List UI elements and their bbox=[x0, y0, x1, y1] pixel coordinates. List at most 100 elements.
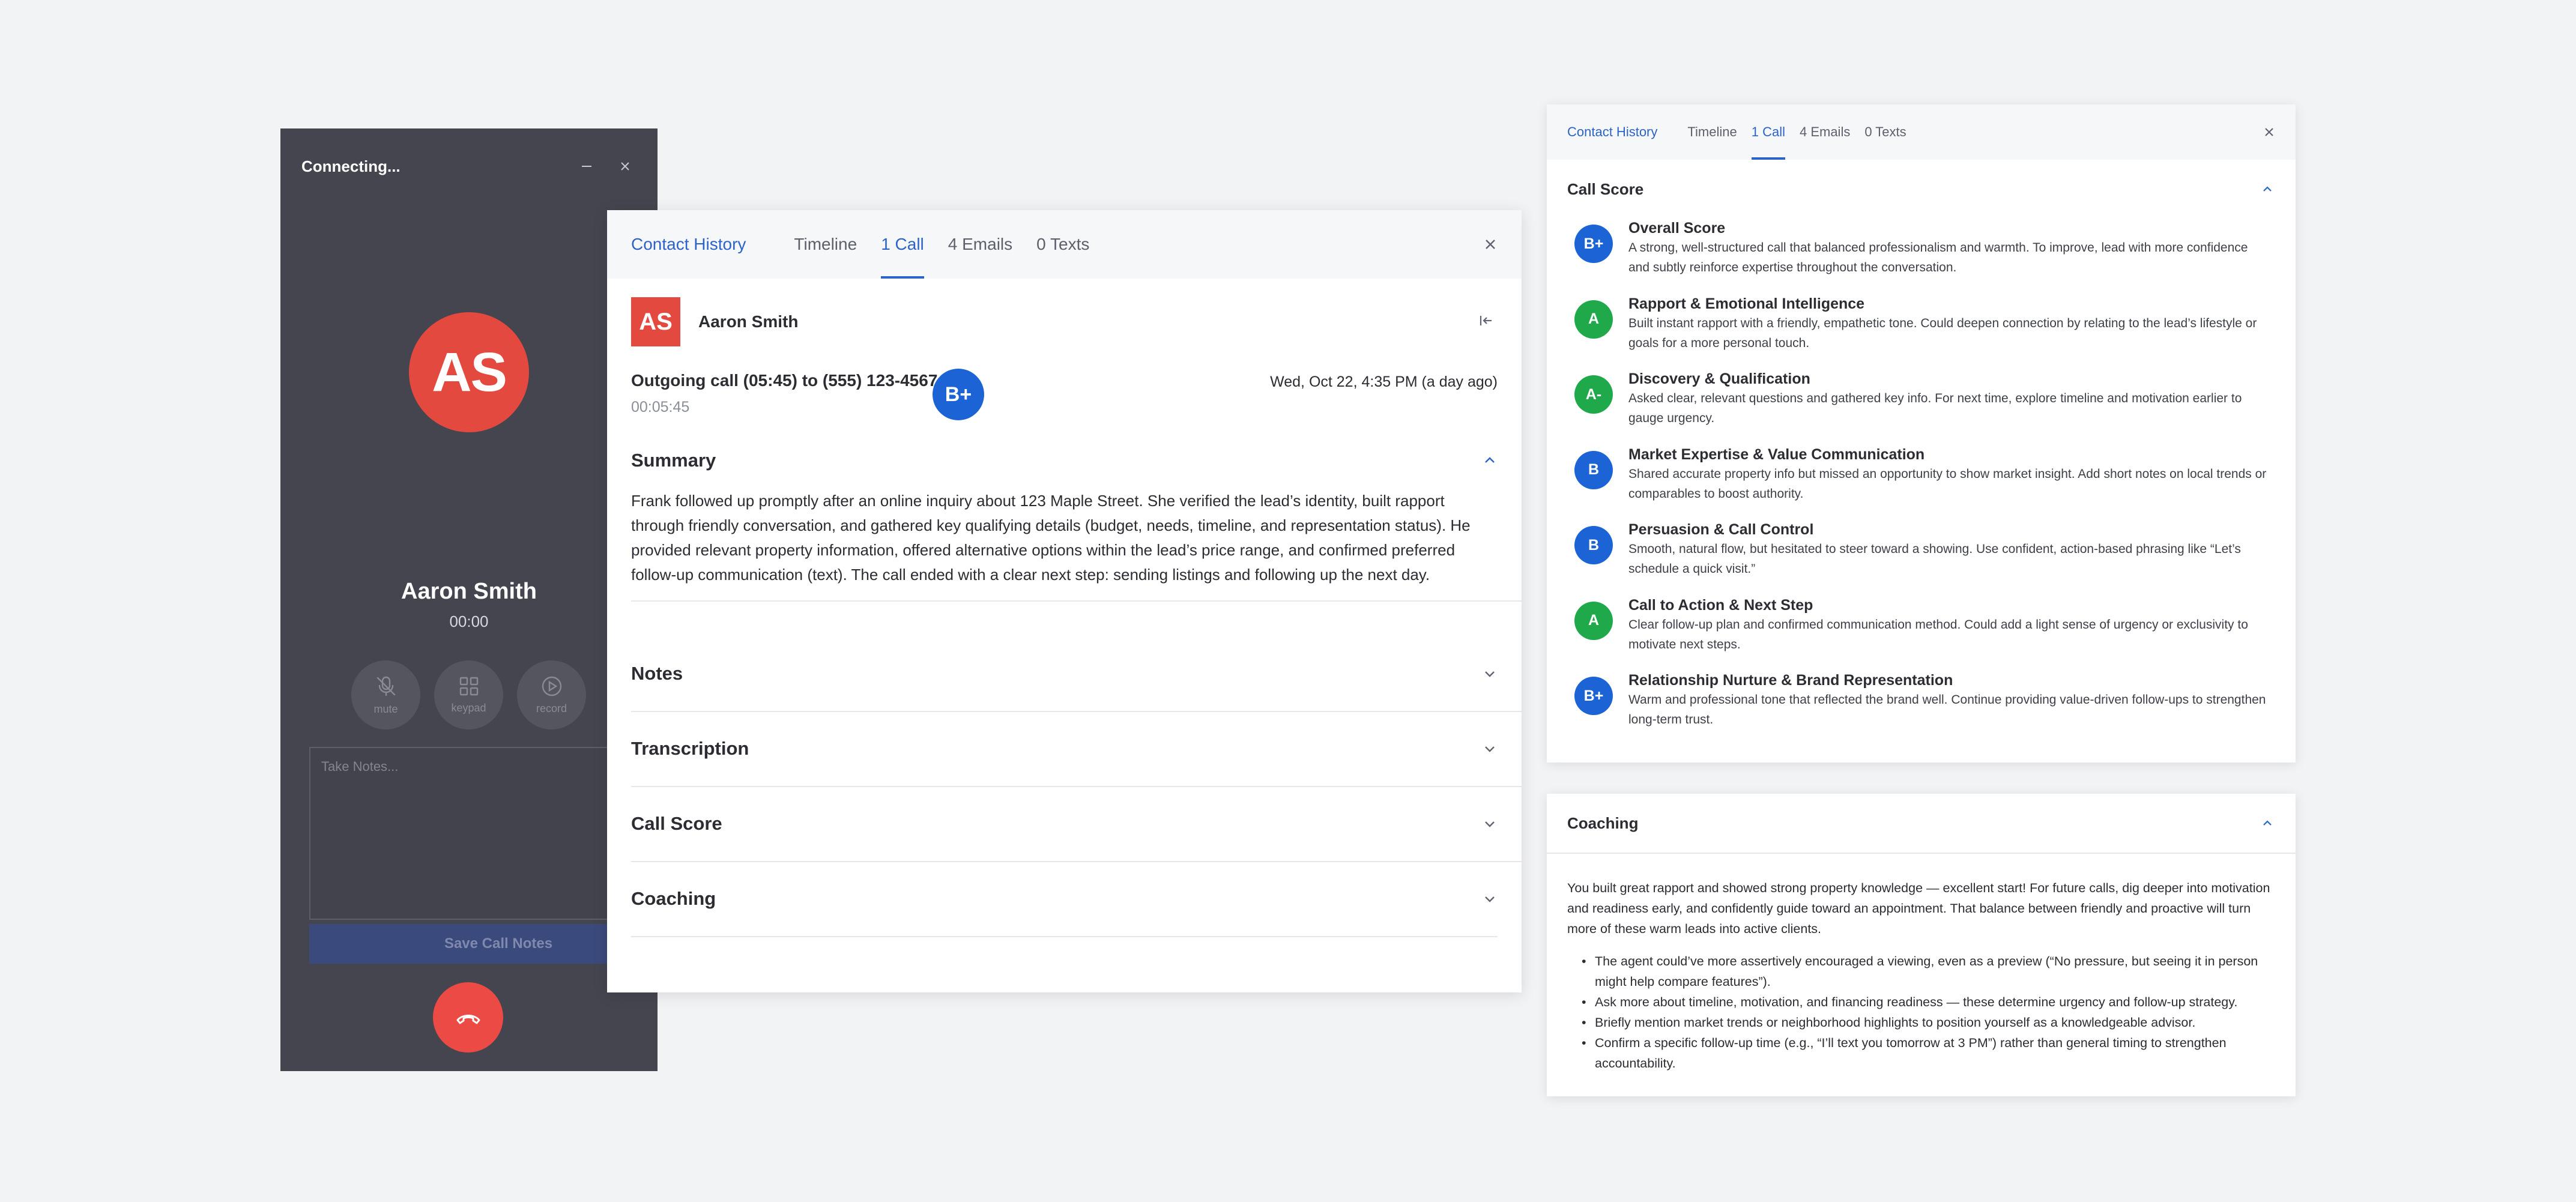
call-score-header[interactable]: Call Score bbox=[1547, 160, 2296, 219]
mic-off-icon bbox=[376, 676, 395, 696]
list-item: Confirm a specific follow-up time (e.g.,… bbox=[1582, 1033, 2272, 1074]
score-item: A Call to Action & Next Step Clear follow-… bbox=[1547, 596, 2296, 671]
call-score-panel: Contact History Timeline 1 Call 4 Emails… bbox=[1547, 104, 2296, 763]
grade-badge: A bbox=[1574, 300, 1613, 339]
collapse-panel-icon[interactable] bbox=[1477, 312, 1494, 332]
record-button[interactable]: record bbox=[517, 660, 586, 729]
score-item: B Market Expertise & Value Communication S… bbox=[1547, 445, 2296, 521]
tab-texts[interactable]: 0 Texts bbox=[1036, 210, 1089, 279]
dialer-status: Connecting... bbox=[301, 157, 401, 175]
chevron-down-icon bbox=[1485, 746, 1495, 752]
summary-section: Summary Frank followed up promptly after… bbox=[631, 432, 1522, 602]
score-title: Call to Action & Next Step bbox=[1628, 596, 1813, 614]
call-score-title: Call Score bbox=[631, 813, 722, 834]
transcription-header[interactable]: Transcription bbox=[631, 711, 1522, 786]
close-icon[interactable] bbox=[2263, 104, 2275, 160]
score-item: B+ Relationship Nurture & Brand Represent… bbox=[1547, 671, 2296, 746]
tab-calls[interactable]: 1 Call bbox=[1751, 104, 1786, 160]
score-body: Rapport & Emotional Intelligence Built in… bbox=[1628, 294, 2272, 353]
avatar: AS bbox=[409, 312, 529, 432]
coaching-title: Coaching bbox=[1567, 814, 1639, 832]
contact-history-tabs: Contact History Timeline 1 Call 4 Emails… bbox=[1547, 104, 2296, 160]
call-duration: 00:05:45 bbox=[631, 399, 690, 415]
keypad-button[interactable]: keypad bbox=[434, 660, 503, 729]
record-label: record bbox=[536, 702, 567, 714]
call-score-list: B+ Overall Score A strong, well-structured… bbox=[1547, 219, 2296, 746]
tab-texts[interactable]: 0 Texts bbox=[1864, 104, 1906, 160]
score-body: Call to Action & Next Step Clear follow-u… bbox=[1628, 596, 2272, 654]
phone-hangup-icon bbox=[456, 1014, 480, 1024]
tab-contact-history[interactable]: Contact History bbox=[631, 210, 746, 279]
record-icon bbox=[542, 676, 561, 696]
transcription-section[interactable]: Transcription bbox=[631, 711, 1522, 787]
list-item: The agent could’ve more assertively enco… bbox=[1582, 951, 2272, 992]
score-description: Warm and professional tone that reflecte… bbox=[1628, 693, 2266, 726]
notes-section[interactable]: Notes bbox=[631, 636, 1522, 712]
chevron-down-icon bbox=[1485, 896, 1495, 902]
transcription-title: Transcription bbox=[631, 738, 749, 759]
coaching-intro: You built great rapport and showed stron… bbox=[1567, 881, 2270, 936]
tab-emails[interactable]: 4 Emails bbox=[948, 210, 1012, 279]
coaching-section[interactable]: Coaching bbox=[631, 862, 1498, 937]
tab-emails[interactable]: 4 Emails bbox=[1800, 104, 1850, 160]
chevron-up-icon bbox=[2263, 820, 2272, 826]
call-description: Outgoing call (05:45) to (555) 123-4567 bbox=[631, 371, 938, 390]
notes-title: Notes bbox=[631, 663, 683, 684]
mute-label: mute bbox=[373, 703, 398, 715]
score-description: Smooth, natural flow, but hesitated to s… bbox=[1628, 542, 2241, 576]
score-description: Clear follow-up plan and confirmed commu… bbox=[1628, 617, 2248, 651]
score-description: Asked clear, relevant questions and gath… bbox=[1628, 391, 2242, 425]
score-item: B+ Overall Score A strong, well-structured… bbox=[1547, 219, 2296, 294]
close-icon[interactable] bbox=[611, 152, 639, 181]
coaching-tips: The agent could’ve more assertively enco… bbox=[1547, 939, 2296, 1074]
contact-history-tabs: Contact History Timeline 1 Call 4 Emails… bbox=[607, 210, 1522, 279]
chevron-down-icon bbox=[1485, 671, 1495, 677]
score-title: Market Expertise & Value Communication bbox=[1628, 445, 1925, 463]
list-item: Ask more about timeline, motivation, and… bbox=[1582, 992, 2272, 1012]
score-description: Shared accurate property info but missed… bbox=[1628, 467, 2267, 501]
grade-badge: B bbox=[1574, 526, 1613, 564]
score-title: Rapport & Emotional Intelligence bbox=[1628, 295, 1865, 312]
mute-button[interactable]: mute bbox=[351, 660, 420, 729]
contact-history-panel: Contact History Timeline 1 Call 4 Emails… bbox=[607, 210, 1522, 992]
contact-row: AS Aaron Smith bbox=[631, 297, 1498, 347]
keypad-label: keypad bbox=[451, 702, 486, 714]
coaching-title: Coaching bbox=[631, 888, 716, 909]
minimize-icon[interactable] bbox=[572, 152, 601, 181]
keypad-icon bbox=[459, 677, 478, 696]
notes-header[interactable]: Notes bbox=[631, 636, 1522, 711]
coaching-header[interactable]: Coaching bbox=[631, 862, 1498, 936]
score-body: Persuasion & Call Control Smooth, natural… bbox=[1628, 520, 2272, 579]
call-score-section[interactable]: Call Score bbox=[631, 787, 1522, 862]
score-item: A- Discovery & Qualification Asked clear, … bbox=[1547, 369, 2296, 445]
avatar: AS bbox=[631, 297, 680, 346]
grade-badge: A- bbox=[1574, 375, 1613, 414]
call-grade-badge[interactable]: B+ bbox=[933, 369, 984, 420]
dialer-header: Connecting... bbox=[301, 151, 639, 181]
tab-timeline[interactable]: Timeline bbox=[1687, 104, 1737, 160]
close-icon[interactable] bbox=[1483, 210, 1498, 279]
summary-header[interactable]: Summary bbox=[631, 432, 1522, 489]
notes-placeholder: Take Notes... bbox=[321, 759, 399, 774]
grade-badge: B+ bbox=[1574, 677, 1613, 715]
grade-badge: B+ bbox=[1574, 225, 1613, 263]
score-title: Persuasion & Call Control bbox=[1628, 521, 1814, 538]
call-score-header[interactable]: Call Score bbox=[631, 787, 1522, 861]
score-description: A strong, well-structured call that bala… bbox=[1628, 241, 2248, 274]
call-date: Wed, Oct 22, 4:35 PM (a day ago) bbox=[1270, 373, 1498, 390]
contact-name[interactable]: Aaron Smith bbox=[698, 312, 1477, 331]
call-timer: 00:00 bbox=[449, 612, 489, 630]
tab-contact-history[interactable]: Contact History bbox=[1567, 104, 1657, 160]
score-body: Discovery & Qualification Asked clear, re… bbox=[1628, 369, 2272, 428]
hang-up-button[interactable] bbox=[433, 982, 503, 1053]
grade-badge: B bbox=[1574, 450, 1613, 489]
call-score-title: Call Score bbox=[1567, 180, 1644, 198]
caller-name: Aaron Smith bbox=[401, 579, 537, 604]
list-item: Briefly mention market trends or neighbo… bbox=[1582, 1012, 2272, 1033]
score-body: Overall Score A strong, well-structured c… bbox=[1628, 219, 2272, 277]
coaching-header[interactable]: Coaching bbox=[1547, 794, 2296, 854]
score-title: Relationship Nurture & Brand Representat… bbox=[1628, 672, 1953, 689]
coaching-panel: Coaching You built great rapport and sho… bbox=[1547, 794, 2296, 1096]
tab-timeline[interactable]: Timeline bbox=[794, 210, 857, 279]
tab-calls[interactable]: 1 Call bbox=[881, 210, 924, 279]
